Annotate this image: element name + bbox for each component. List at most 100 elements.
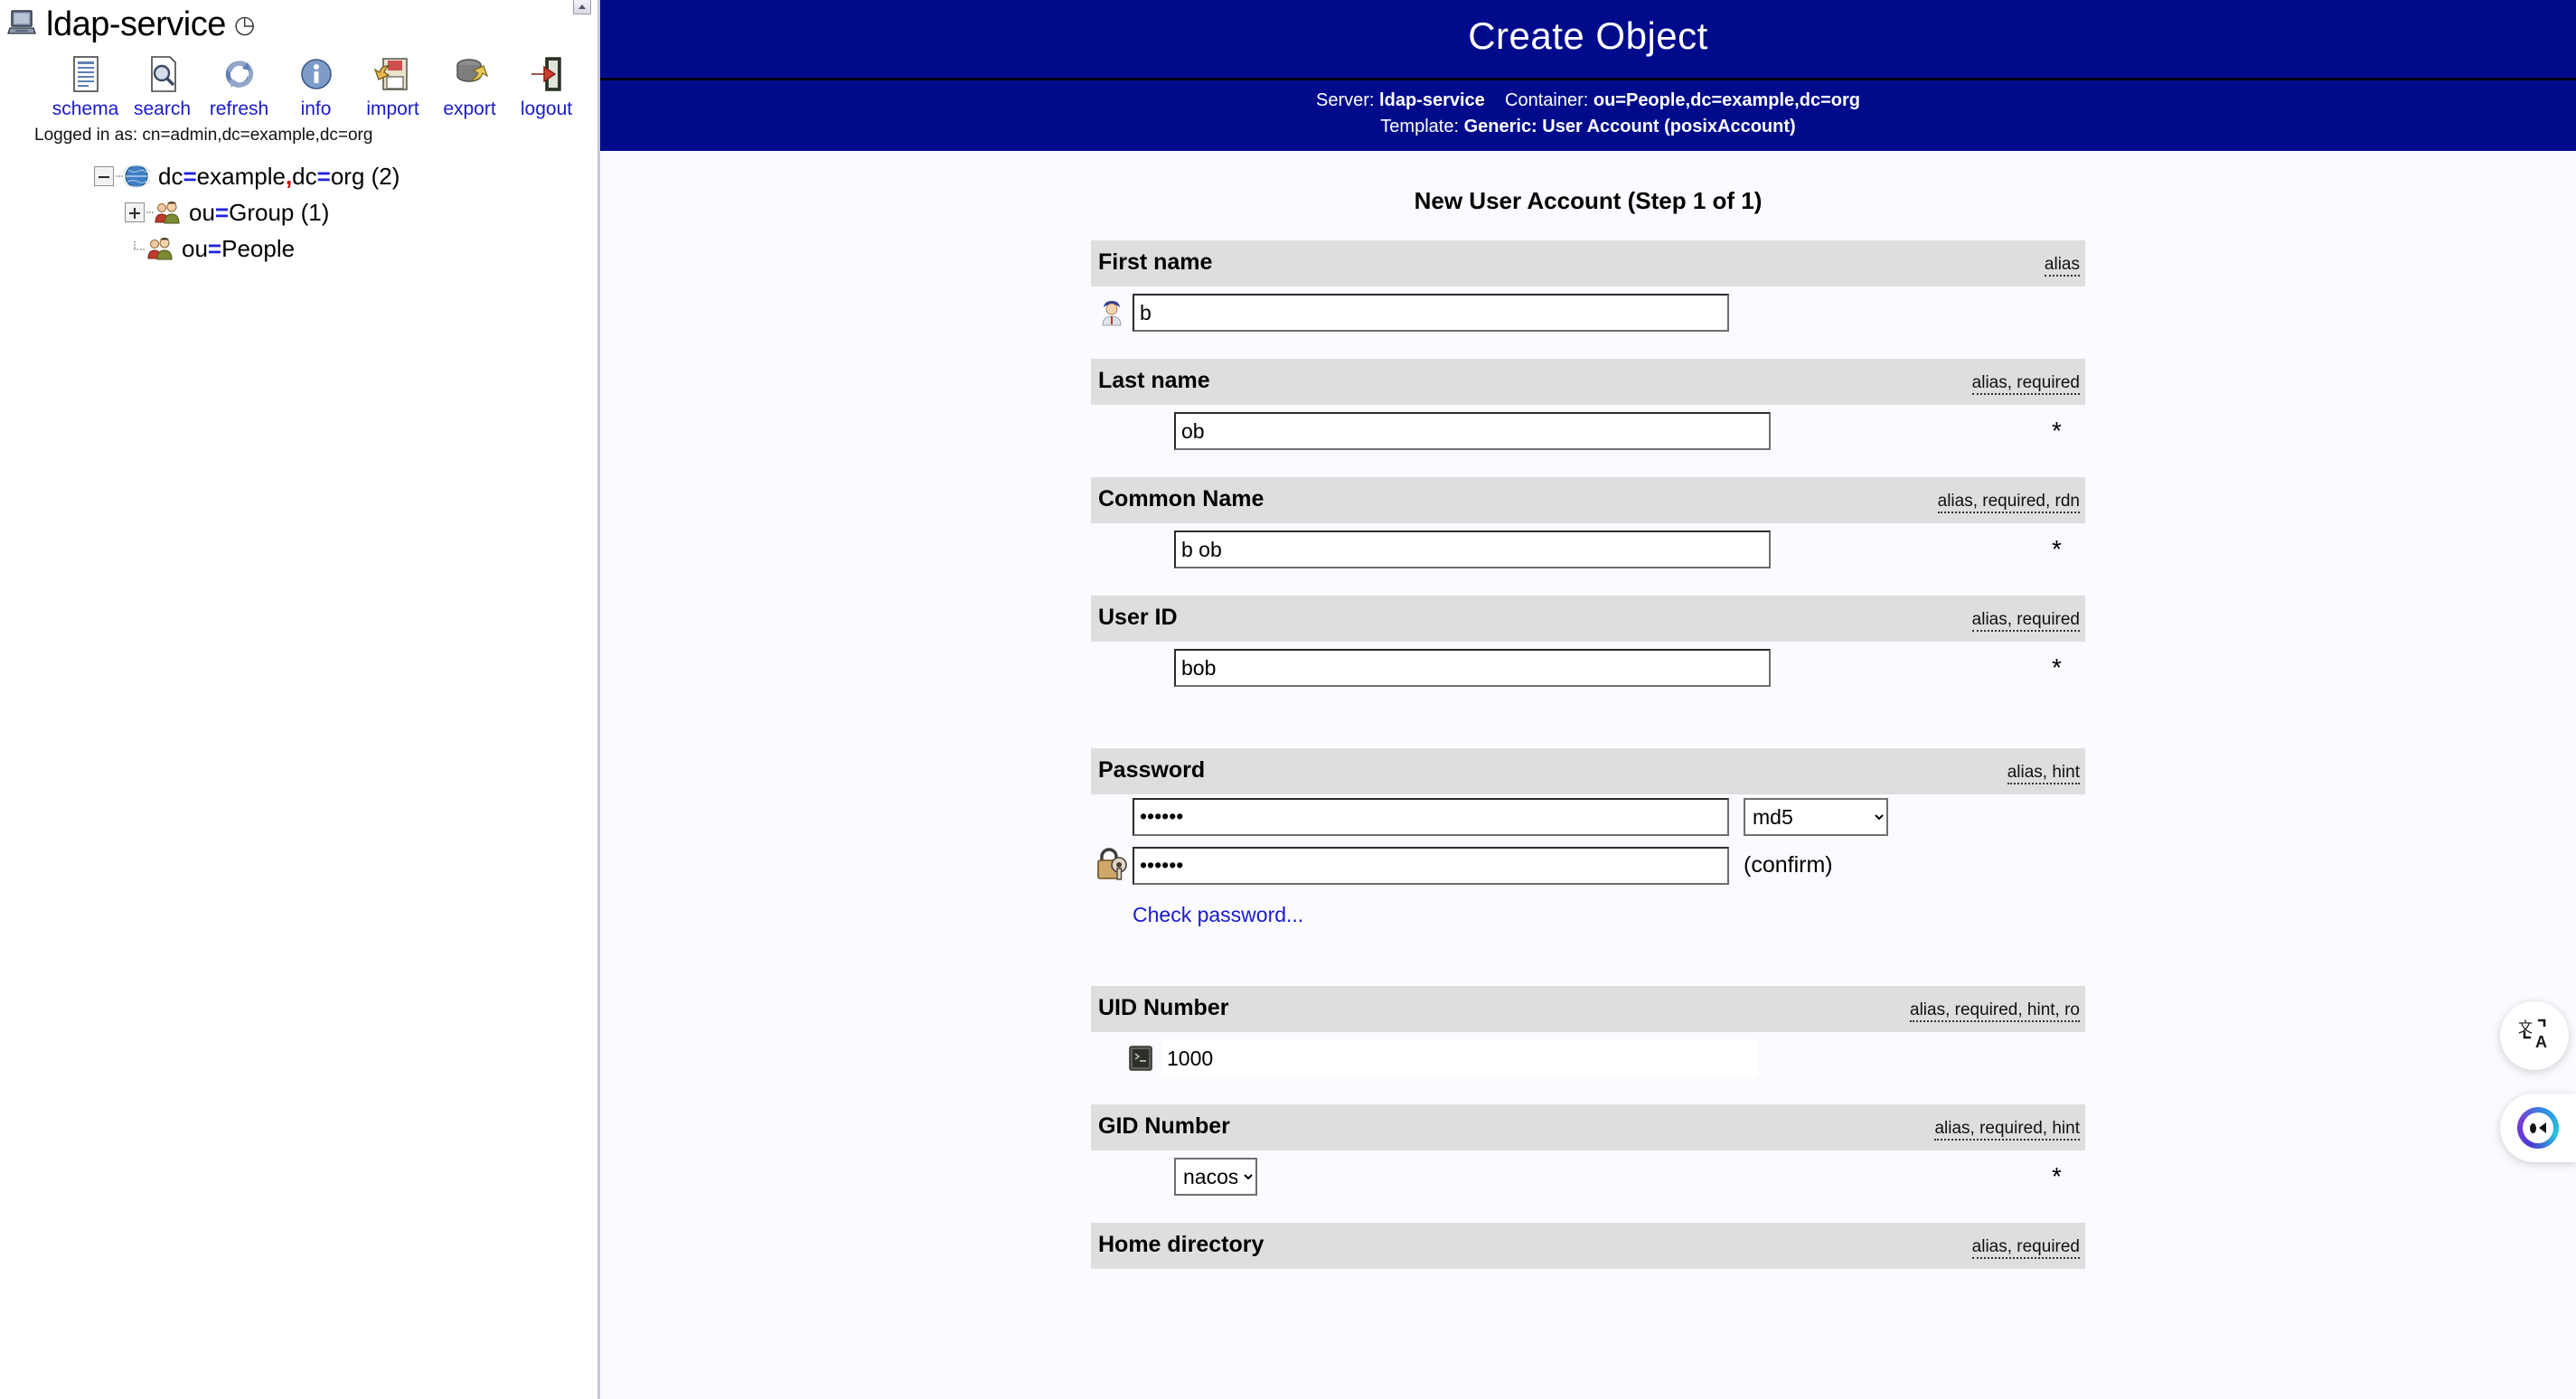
password-fields: md5 (confirm) Check password...: [1133, 797, 1888, 927]
search-icon: [144, 53, 182, 95]
password-input[interactable]: [1133, 797, 1729, 836]
users-icon: [146, 235, 174, 262]
section-flags[interactable]: alias, required: [1971, 373, 2080, 395]
ldap-tree: dc=example,dc=org (2) ou=Group (1) ou=Pe…: [0, 146, 600, 267]
app-root: ldap-service ◷ schema search refresh inf…: [0, 0, 2576, 1399]
container-value: ou=People,dc=example,dc=org: [1593, 90, 1860, 110]
field-row-uid-number: [1091, 1032, 2085, 1084]
tree-node-dc-example[interactable]: dc=example,dc=org (2): [0, 158, 600, 194]
tree-node-ou-people[interactable]: ou=People: [0, 230, 600, 267]
password-encryption-select[interactable]: md5: [1744, 797, 1888, 836]
user-id-input[interactable]: [1174, 649, 1771, 687]
section-header-password: Password alias, hint: [1091, 748, 2085, 794]
section-header-gid-number: GID Number alias, required, hint: [1091, 1104, 2085, 1150]
terminal-icon: [1120, 1045, 1161, 1072]
server-name-label: ldap-service: [46, 5, 226, 43]
toolbar-item-import[interactable]: import: [354, 53, 431, 120]
uid-number-value: [1161, 1039, 1758, 1077]
toolbar-item-schema[interactable]: schema: [47, 53, 124, 120]
first-name-input[interactable]: [1133, 294, 1729, 332]
toolbar-item-logout[interactable]: logout: [508, 53, 585, 120]
nav-toolbar: schema search refresh info import export…: [0, 44, 600, 120]
chevron-up-icon: [578, 5, 586, 9]
toolbar-label: info: [300, 99, 332, 119]
scrollbar-up-button[interactable]: [573, 0, 591, 14]
header-meta-line2: Template: Generic: User Account (posixAc…: [600, 114, 2576, 140]
logout-icon: [528, 53, 566, 95]
assistant-icon: [2517, 1107, 2559, 1149]
clock-icon: ◷: [233, 11, 256, 38]
section-flags[interactable]: alias, required, hint, ro: [1910, 1000, 2080, 1022]
tree-expander-plus-icon[interactable]: [125, 202, 145, 222]
tree-node-label: ou=People: [182, 234, 296, 262]
toolbar-item-refresh[interactable]: refresh: [201, 53, 277, 120]
field-row-user-id: *: [1091, 642, 2085, 694]
toolbar-item-search[interactable]: search: [124, 53, 201, 120]
field-row-common-name: *: [1091, 523, 2085, 576]
section-flags[interactable]: alias, hint: [2007, 763, 2080, 784]
assistant-button[interactable]: [2500, 1094, 2576, 1162]
template-label: Template:: [1380, 117, 1460, 136]
required-asterisk: *: [2052, 417, 2062, 445]
section-header-common-name: Common Name alias, required, rdn: [1091, 477, 2085, 523]
confirm-label: (confirm): [1744, 852, 1833, 878]
tree-node-ou-group[interactable]: ou=Group (1): [0, 194, 600, 230]
server-title: ldap-service ◷: [0, 0, 600, 44]
info-icon: [297, 53, 335, 95]
import-icon: [373, 53, 412, 95]
tree-node-label: dc=example,dc=org (2): [158, 162, 400, 190]
toolbar-item-info[interactable]: info: [277, 53, 354, 120]
toolbar-label: export: [443, 99, 496, 119]
tree-expander-minus-icon[interactable]: [94, 166, 114, 186]
field-row-first-name: [1091, 286, 2085, 339]
field-row-gid-number: nacos *: [1091, 1150, 2085, 1203]
assistant-eye: [2530, 1122, 2536, 1133]
section-header-home-directory: Home directory alias, required: [1091, 1223, 2085, 1269]
section-label: First name: [1098, 249, 1213, 275]
field-row-password: md5 (confirm) Check password...: [1091, 794, 2085, 930]
toolbar-label: import: [366, 99, 419, 119]
server-value: ldap-service: [1379, 90, 1485, 110]
required-asterisk: *: [2052, 653, 2062, 681]
section-flags[interactable]: alias, required, hint: [1934, 1119, 2080, 1141]
password-confirm-line: (confirm): [1133, 846, 1888, 885]
toolbar-label: refresh: [209, 99, 269, 119]
tree-node-label: ou=Group (1): [189, 198, 330, 226]
template-value: Generic: User Account (posixAccount): [1463, 117, 1796, 136]
section-flags[interactable]: alias, required: [1971, 1237, 2080, 1259]
last-name-input[interactable]: [1174, 412, 1771, 450]
section-label: Home directory: [1098, 1232, 1264, 1257]
gid-number-select[interactable]: nacos: [1174, 1158, 1257, 1196]
section-label: GID Number: [1098, 1113, 1230, 1139]
required-asterisk: *: [2052, 1162, 2062, 1190]
password-confirm-input[interactable]: [1133, 846, 1729, 885]
check-password-link[interactable]: Check password...: [1133, 903, 1303, 927]
toolbar-label: schema: [52, 99, 119, 119]
section-header-user-id: User ID alias, required: [1091, 596, 2085, 642]
section-header-last-name: Last name alias, required: [1091, 359, 2085, 405]
computer-icon: [7, 7, 38, 42]
section-flags[interactable]: alias: [2044, 255, 2080, 277]
section-flags[interactable]: alias, required: [1971, 610, 2080, 632]
required-asterisk: *: [2052, 535, 2062, 563]
section-header-uid-number: UID Number alias, required, hint, ro: [1091, 986, 2085, 1032]
toolbar-item-export[interactable]: export: [431, 53, 508, 120]
assistant-face: [2523, 1113, 2553, 1143]
container-label: Container:: [1505, 90, 1589, 110]
server-label: Server:: [1316, 90, 1375, 110]
globe-icon: [121, 163, 152, 190]
translate-button[interactable]: 文 A: [2500, 1001, 2569, 1070]
assistant-mouth: [2539, 1122, 2546, 1133]
section-flags[interactable]: alias, required, rdn: [1937, 492, 2080, 513]
common-name-input[interactable]: [1174, 530, 1771, 568]
export-icon: [451, 53, 489, 95]
section-label: Common Name: [1098, 486, 1264, 512]
users-icon: [154, 199, 181, 226]
section-label: Password: [1098, 757, 1206, 783]
toolbar-label: search: [133, 99, 192, 119]
tree-connector: [116, 175, 123, 177]
